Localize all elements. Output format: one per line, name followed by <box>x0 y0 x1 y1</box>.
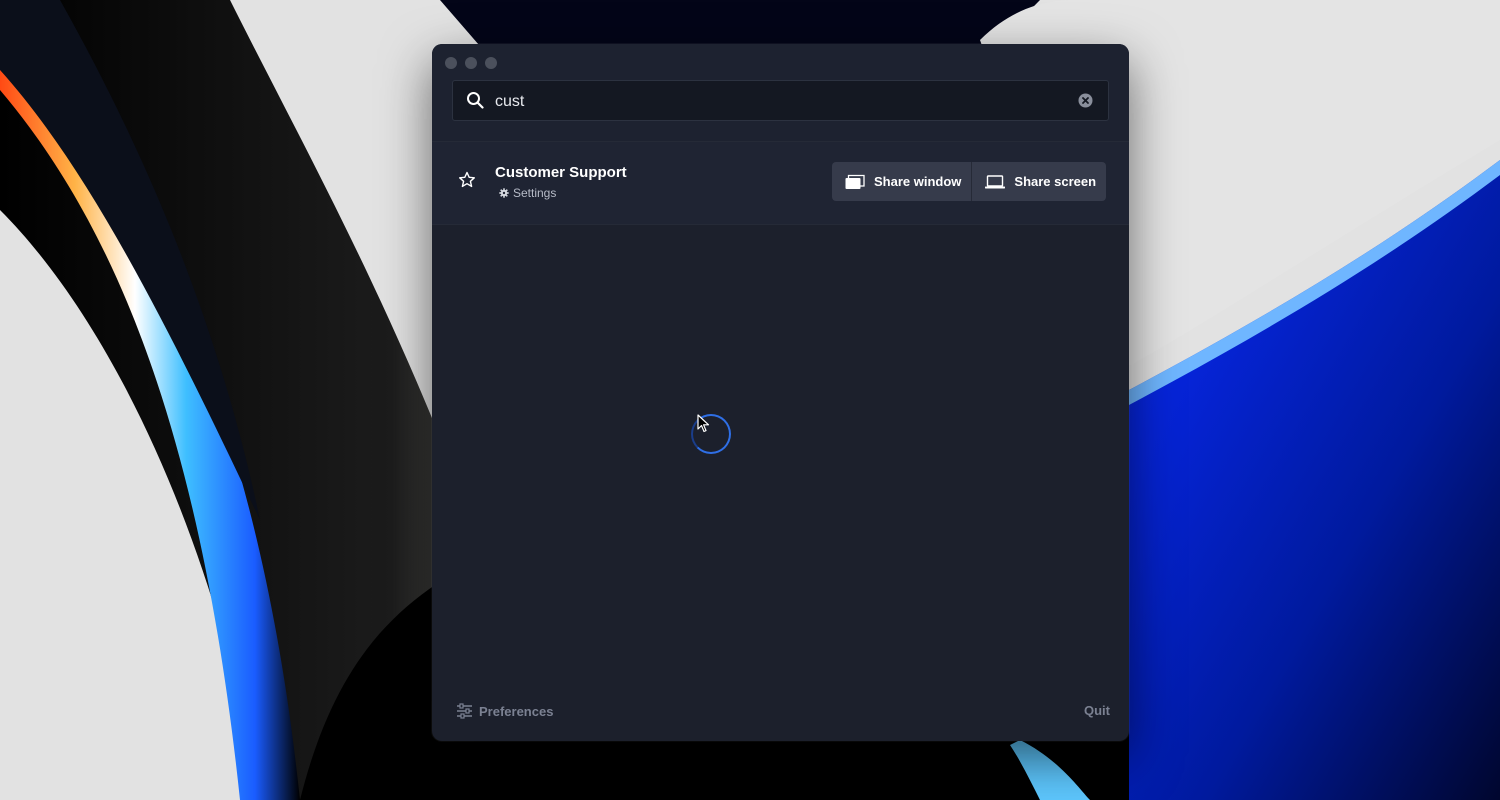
preferences-label: Preferences <box>479 703 554 719</box>
share-window-button[interactable]: Share window <box>832 162 972 201</box>
share-screen-button[interactable]: Share screen <box>971 162 1107 201</box>
app-window: Customer Support Settings <box>432 44 1129 741</box>
share-button-group: Share window Share screen <box>832 162 1107 201</box>
result-subtitle: Settings <box>499 186 556 200</box>
result-title: Customer Support <box>495 164 627 181</box>
window-controls <box>445 57 497 69</box>
quit-button[interactable]: Quit <box>1084 703 1110 718</box>
zoom-window-button[interactable] <box>485 57 497 69</box>
share-screen-label: Share screen <box>1014 174 1097 189</box>
result-row[interactable]: Customer Support Settings Share window S… <box>432 141 1129 225</box>
laptop-icon <box>985 174 1006 188</box>
search-icon <box>467 92 484 109</box>
search-input[interactable] <box>493 81 1077 122</box>
star-icon[interactable] <box>458 171 476 189</box>
result-subtitle-label: Settings <box>513 186 557 200</box>
close-window-button[interactable] <box>445 57 457 69</box>
window-icon <box>845 174 865 189</box>
gear-icon <box>499 188 509 198</box>
mouse-cursor-icon <box>697 414 710 433</box>
clear-icon[interactable] <box>1078 93 1093 108</box>
preferences-button[interactable]: Preferences <box>456 703 553 719</box>
search-bar <box>452 80 1109 122</box>
sliders-icon <box>457 703 472 719</box>
minimize-window-button[interactable] <box>465 57 477 69</box>
share-window-label: Share window <box>874 174 962 189</box>
